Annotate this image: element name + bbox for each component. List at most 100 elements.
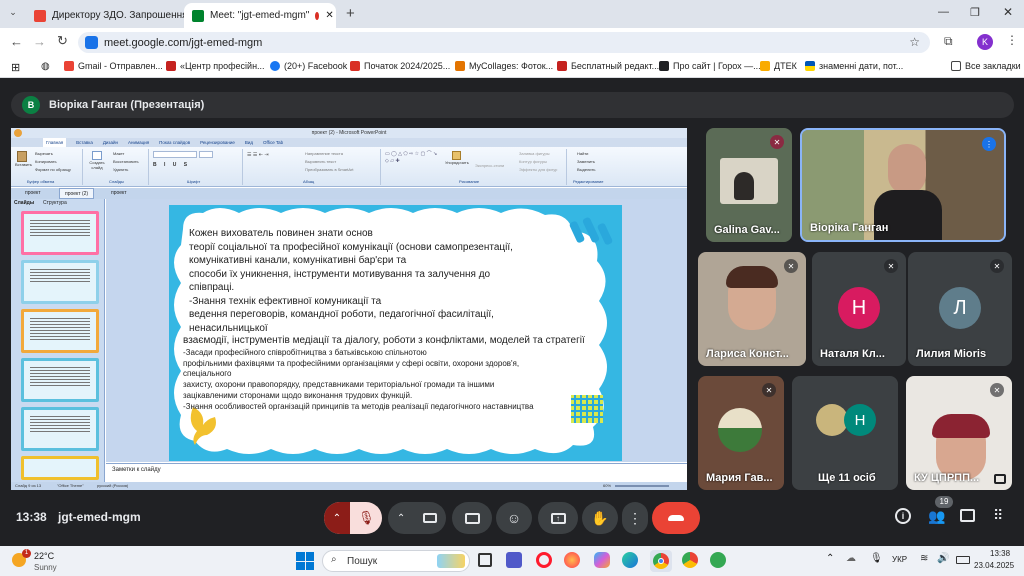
align-text-button[interactable]: Выровнять текст (305, 159, 336, 164)
bookmark-dates[interactable]: знаменні дати, пот... (805, 61, 903, 71)
ribbon-tab-view[interactable]: Вид (245, 138, 253, 147)
chrome-icon[interactable] (650, 550, 672, 572)
cut-button[interactable]: Вырезать (35, 151, 53, 156)
font-size-select[interactable] (199, 151, 213, 158)
forward-icon[interactable]: → (33, 34, 46, 49)
arrange-button[interactable]: Упорядочить (445, 151, 469, 165)
apps-icon[interactable]: ⊞ (11, 61, 20, 74)
shape-outline-button[interactable]: Контур фигуры (519, 159, 547, 164)
volume-icon[interactable]: 🔊 (937, 553, 949, 564)
fullscreen-icon[interactable] (994, 474, 1006, 484)
participant-tile[interactable]: ✕ Мария Гав... (698, 376, 784, 490)
participant-tile[interactable]: Л ✕ Лилия Mioris (908, 252, 1012, 366)
participant-tile-speaking[interactable]: ⋮ Віоріка Ганган (800, 128, 1006, 242)
layout-button[interactable]: Макет (113, 151, 124, 156)
maximize-icon[interactable]: ❐ (970, 6, 980, 19)
tab-search-button[interactable]: ⌄ (6, 7, 20, 21)
participant-tile[interactable]: ✕ Лариса Конст... (698, 252, 806, 366)
zoom-slider[interactable] (615, 485, 669, 487)
ribbon-tab-design[interactable]: Дизайн (103, 138, 118, 147)
bookmark-start[interactable]: Початок 2024/2025... (350, 61, 450, 71)
address-bar[interactable]: meet.google.com/jgt-emed-mgm ☆ (78, 32, 930, 53)
shape-effects-button[interactable]: Эффекты для фигур (519, 167, 557, 172)
all-bookmarks[interactable]: Все закладки (951, 61, 1021, 71)
mic-off-icon[interactable]: 🎙 (350, 510, 375, 526)
paste-button[interactable]: Вставить (15, 151, 32, 175)
slide-thumb[interactable] (21, 407, 99, 451)
new-tab-button[interactable]: + (346, 5, 355, 22)
raise-hand-button[interactable]: ✋ (582, 502, 618, 534)
leave-call-button[interactable] (652, 502, 700, 534)
smartart-button[interactable]: Преобразовать в SmartArt (305, 167, 354, 172)
copilot-icon[interactable] (594, 552, 610, 568)
delete-button[interactable]: Удалить (113, 167, 128, 172)
slide-thumb[interactable] (21, 456, 99, 480)
menu-icon[interactable]: ⋮ (1006, 33, 1018, 47)
reactions-button[interactable]: ☺ (496, 502, 532, 534)
globe-icon[interactable]: ◍ (41, 61, 50, 72)
extensions-icon[interactable]: ⧉ (944, 34, 953, 49)
copy-button[interactable]: Копировать (35, 159, 57, 164)
battery-icon[interactable] (956, 556, 970, 564)
close-icon[interactable]: ✕ (325, 10, 333, 21)
doc-tab[interactable]: проект (111, 190, 127, 196)
replace-button[interactable]: Заменить (577, 159, 595, 164)
ribbon-tab-officetab[interactable]: Office Tab (263, 138, 283, 147)
ribbon-tab-home[interactable]: Главная (43, 138, 67, 147)
zoom-level[interactable]: 60% (603, 482, 611, 490)
chevron-up-icon[interactable]: ⌃ (826, 553, 834, 564)
bookmark-dtek[interactable]: ДТЕК (760, 61, 797, 71)
microphone-icon[interactable]: 🎙 (870, 553, 883, 564)
format-painter-button[interactable]: Формат по образцу (35, 167, 71, 172)
slide-thumb[interactable] (21, 358, 99, 402)
participant-tile[interactable]: Н ✕ Наталя Кл... (812, 252, 906, 366)
find-button[interactable]: Найти (577, 151, 588, 156)
audio-options-button[interactable]: ⌃ 🎙 (324, 502, 382, 534)
bookmark-mycollages[interactable]: MyCollages: Фоток... (455, 61, 553, 71)
task-view-icon[interactable] (478, 553, 492, 567)
bookmark-gmail[interactable]: Gmail - Отправлен... (64, 61, 163, 71)
slide-thumb[interactable] (21, 211, 99, 255)
slide-thumb[interactable] (21, 260, 99, 304)
onedrive-icon[interactable]: ☁ (846, 553, 856, 564)
captions-button[interactable] (452, 502, 492, 534)
chrome-profile-icon[interactable] (682, 552, 698, 568)
bookmark-center[interactable]: «Центр професійн... (166, 61, 265, 71)
notes-pane[interactable]: Заметки к слайду (106, 463, 687, 482)
info-icon[interactable]: i (895, 508, 911, 524)
edge-icon[interactable] (622, 552, 638, 568)
tab-director[interactable]: Директору ЗДО. Запрошення ✕ (26, 3, 184, 28)
text-direction-button[interactable]: Направление текста (305, 151, 343, 156)
reset-button[interactable]: Восстановить (113, 159, 139, 164)
office-button-icon[interactable] (14, 129, 22, 137)
bookmark-horokh[interactable]: Про сайт | Горох —... (659, 61, 761, 71)
tab-meet[interactable]: Meet: "jgt-emed-mgm" ✕ (184, 3, 336, 28)
firefox-icon[interactable] (564, 552, 580, 568)
paragraph-icons[interactable]: ☰ ☰ ⇤ ⇥ (247, 152, 269, 158)
shape-fill-button[interactable]: Заливка фигуры (519, 151, 550, 156)
clock-time[interactable]: 13:38 (990, 549, 1010, 558)
shapes-gallery[interactable]: ▭ ◯ △ ⬠ ⇨ ☆ ▢ ⌒ ↘ ◇ ▱ ✚ (385, 151, 441, 173)
profile-avatar[interactable]: K (977, 34, 993, 50)
slide-thumb-selected[interactable] (21, 309, 99, 353)
font-name-select[interactable] (153, 151, 197, 158)
wifi-icon[interactable]: ≋ (920, 553, 928, 564)
search-box[interactable]: ⌕ Пошук (322, 550, 470, 572)
minimize-icon[interactable]: — (938, 6, 949, 18)
camera-icon[interactable] (423, 513, 438, 523)
bookmark-editor[interactable]: Бесплатный редакт... (557, 61, 659, 71)
close-window-icon[interactable]: ✕ (1003, 5, 1013, 19)
participant-tile[interactable]: ✕ КУ ЦПРПП... (906, 376, 1012, 490)
participant-tile[interactable]: ✕ Galina Gav... (706, 128, 792, 242)
present-button[interactable]: ↑ (538, 502, 578, 534)
quick-styles-button[interactable]: Экспресс-стили (475, 163, 504, 168)
more-options-button[interactable]: ⋮ (622, 502, 648, 534)
opera-icon[interactable] (536, 552, 552, 568)
activities-icon[interactable]: ⠿ (993, 507, 1003, 524)
select-button[interactable]: Выделить (577, 167, 595, 172)
slide[interactable]: Кожен вихователь повинен знати основ тео… (169, 205, 622, 461)
ribbon-tab-slideshow[interactable]: Показ слайдов (159, 138, 190, 147)
reload-icon[interactable]: ↻ (57, 33, 68, 49)
doc-tab-active[interactable]: проект (2) (59, 188, 95, 199)
chat-icon[interactable] (960, 509, 975, 522)
